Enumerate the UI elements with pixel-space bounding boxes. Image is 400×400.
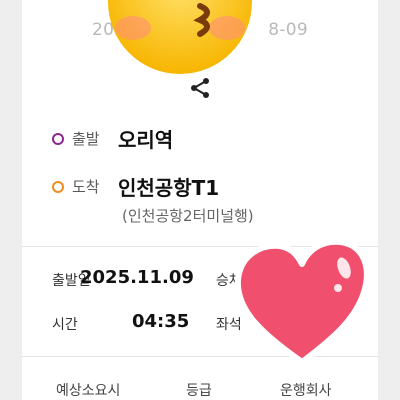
arrival-label: 도착	[72, 178, 100, 196]
departure-row: 출발 오리역	[52, 124, 173, 153]
departure-label: 출발	[72, 130, 100, 148]
departure-date-value: 2025.11.09	[80, 267, 194, 288]
arrival-dot-icon	[52, 180, 64, 193]
departure-station: 오리역	[118, 128, 174, 152]
grade-label: 등급	[186, 383, 212, 399]
heart-sticker-icon	[234, 238, 370, 365]
kissing-face-emoji-icon	[108, 0, 252, 74]
company-label: 운행회사	[280, 383, 332, 399]
duration-label: 예상소요시	[56, 383, 121, 399]
departure-dot-icon	[52, 132, 64, 145]
arrival-station: 인천공항T1	[118, 176, 220, 200]
arrival-row: 도착 인천공항T1	[52, 172, 219, 201]
date-right-fragment: 8-09	[268, 20, 308, 40]
share-icon[interactable]	[188, 76, 212, 100]
arrival-direction: (인천공항2터미널행)	[122, 207, 254, 225]
time-value: 04:35	[132, 311, 190, 332]
time-label: 시간	[52, 317, 78, 333]
